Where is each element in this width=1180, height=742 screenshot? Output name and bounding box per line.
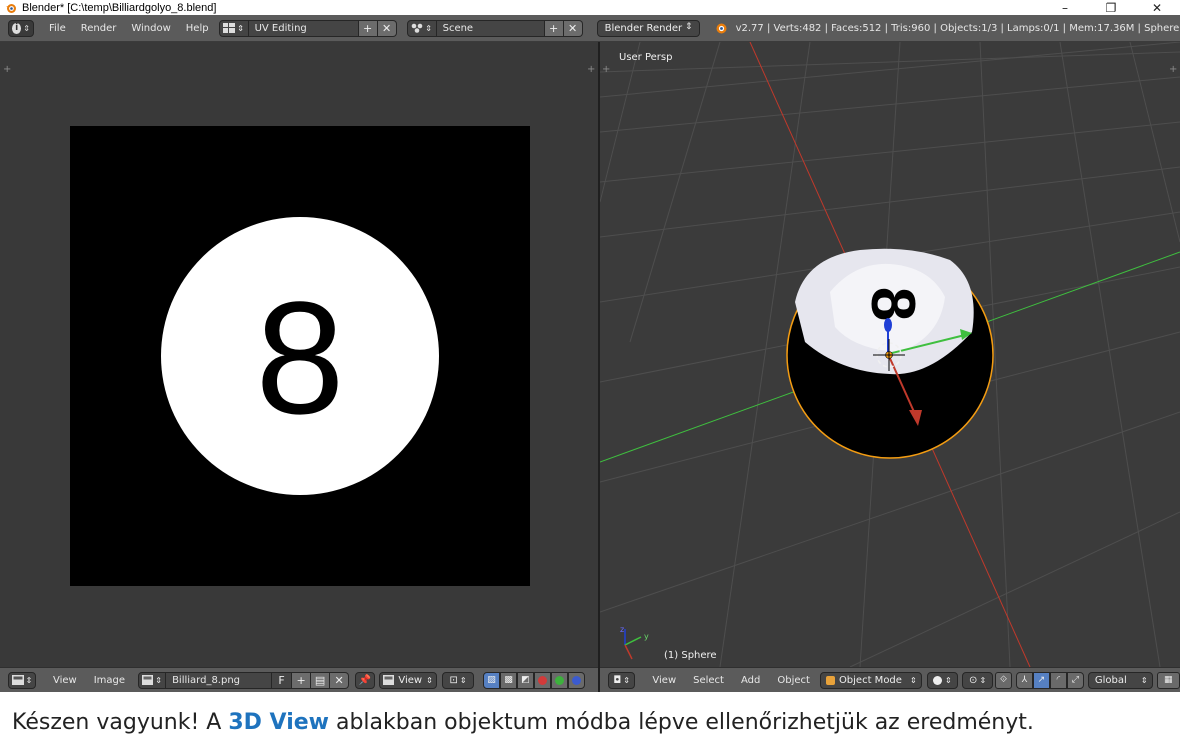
blue-channel-icon[interactable] [568,671,586,689]
minimize-button[interactable]: – [1042,0,1088,15]
green-channel-icon[interactable] [551,671,569,689]
layout-grid-icon[interactable]: ⇕ [218,19,249,37]
cube-icon: ◘ [613,674,622,686]
red-channel-icon[interactable] [534,671,552,689]
remove-layout-button[interactable]: ✕ [377,19,397,37]
image-name-field[interactable]: Billiard_8.png [166,671,273,689]
rotate-icon[interactable]: ◜ [1049,671,1067,689]
caption-highlight: 3D View [228,710,329,735]
chevron-updown-icon: ⇕ [23,23,30,33]
caption-text-end: ablakban objektum módba lépve ellenőrizh… [328,710,1034,735]
editor-type-button[interactable]: ⇕ [8,671,36,689]
uv-image-editor[interactable]: + + 8 [0,42,598,667]
view-axis-gizmo: z y [620,625,649,660]
manipulator-group: ⅄ ↗ ◜ ⤢ [1015,671,1084,689]
scene-name-field[interactable]: Scene [436,19,545,37]
pivot-icon: ⊡ [449,674,458,686]
transform-orientation-dropdown[interactable]: Global ⇕ [1087,671,1153,689]
scene-selector: ⇕ Scene + ✕ [406,19,583,37]
viewport-shading-dropdown[interactable]: ⇕ [926,671,958,689]
interaction-mode-dropdown[interactable]: Object Mode ⇕ [819,671,922,689]
viewport-name-label: User Persp [619,52,673,63]
editor-type-button[interactable]: i ⇕ [8,19,34,37]
new-image-button[interactable]: + [292,671,312,689]
menu-help[interactable]: Help [186,23,209,34]
chevron-updown-icon: ⇕ [685,21,693,32]
menu-view[interactable]: View [53,675,77,686]
window-title: Blender* [C:\temp\Billiardgolyo_8.blend] [22,1,217,14]
3d-viewport[interactable]: 8 z y + + + User Persp (1) Sphere [600,42,1180,667]
uv-editor-header: ⇕ View Image ⇕ Billiard_8.png F + ▤ ✕ 📌 … [0,667,598,692]
image-editor-icon [383,675,395,685]
info-header: i ⇕ File Render Window Help ⇕ UV Editing… [0,15,1180,42]
render-engine-dropdown[interactable]: Blender Render ⇕ [596,19,700,37]
fake-user-button[interactable]: F [272,671,293,689]
tutorial-caption: Készen vagyunk! A 3D View ablakban objek… [12,710,1034,735]
orientation-label: Global [1094,674,1127,686]
remove-scene-button[interactable]: ✕ [563,19,583,37]
ball-white-circle: 8 [161,217,439,495]
add-scene-button[interactable]: + [544,19,564,37]
sphere-number-texture: 8 [858,287,927,321]
pivot-icon: ⊙ [969,674,978,686]
mode-label: Object Mode [838,674,902,686]
solid-shading-icon [932,675,942,685]
active-object-label: (1) Sphere [664,650,717,661]
caption-text-start: Készen vagyunk! A [12,710,229,735]
object-mode-icon [825,675,835,685]
region-toggle-icon[interactable]: + [587,64,595,75]
3d-view-header: ◘ ⇕ View Select Add Object Object Mode ⇕… [600,667,1180,692]
render-engine-label: Blender Render [604,22,683,34]
scene-icon[interactable]: ⇕ [406,19,437,37]
scene-statistics: v2.77 | Verts:482 | Faces:512 | Tris:960… [735,22,1180,34]
menu-image[interactable]: Image [94,675,125,686]
scale-icon[interactable]: ⤢ [1066,671,1084,689]
ball-number: 8 [255,268,345,447]
draw-channels-group: ▨ ▩ ◩ [483,671,586,689]
region-toggle-icon[interactable]: + [1169,64,1177,75]
translate-icon[interactable]: ↗ [1032,671,1050,689]
unlink-image-button[interactable]: ✕ [330,671,350,689]
region-toggle-icon[interactable]: + [3,64,11,75]
menu-window[interactable]: Window [131,23,170,34]
region-toggle-icon[interactable]: + [602,64,610,75]
image-browse-selector: ⇕ Billiard_8.png F + ▤ ✕ [138,671,350,689]
blender-logo-icon [6,3,16,13]
svg-text:y: y [644,632,649,641]
menu-render[interactable]: Render [81,23,117,34]
billiard-texture-image: 8 [70,126,530,586]
color-alpha-icon[interactable]: ▨ [483,671,501,689]
color-icon[interactable]: ▩ [500,671,518,689]
restore-button[interactable]: ❐ [1088,0,1134,15]
menu-select[interactable]: Select [693,675,724,686]
pin-icon[interactable]: 📌 [355,671,376,689]
manipulator-toggle-icon[interactable]: ⟐ [995,671,1012,689]
menu-file[interactable]: File [49,23,66,34]
svg-text:z: z [620,625,624,634]
view-mode-dropdown[interactable]: View ⇕ [379,671,438,689]
pivot-point-dropdown[interactable]: ⊡ ⇕ [442,671,475,689]
menu-view[interactable]: View [652,675,676,686]
info-icon: i [12,22,22,34]
layers-grid-icon[interactable]: ▦ [1156,671,1180,689]
transform-widget-icon[interactable]: ⅄ [1015,671,1033,689]
pivot-point-dropdown[interactable]: ⊙ ⇕ [961,671,994,689]
screen-layout-selector: ⇕ UV Editing + ✕ [218,19,397,37]
view-mode-label: View [398,674,423,686]
layout-name-field[interactable]: UV Editing [248,19,359,37]
viewport-scene: 8 z y [600,42,1180,667]
open-image-button[interactable]: ▤ [311,671,331,689]
blender-logo-icon [716,23,727,34]
alpha-icon[interactable]: ◩ [517,671,535,689]
image-browse-icon[interactable]: ⇕ [138,671,167,689]
image-editor-icon [11,675,24,685]
menu-object[interactable]: Object [777,675,810,686]
menu-add[interactable]: Add [741,675,760,686]
add-layout-button[interactable]: + [358,19,378,37]
close-button[interactable]: ✕ [1134,0,1180,15]
window-title-bar: Blender* [C:\temp\Billiardgolyo_8.blend]… [0,0,1180,15]
editor-type-button[interactable]: ◘ ⇕ [608,671,636,689]
